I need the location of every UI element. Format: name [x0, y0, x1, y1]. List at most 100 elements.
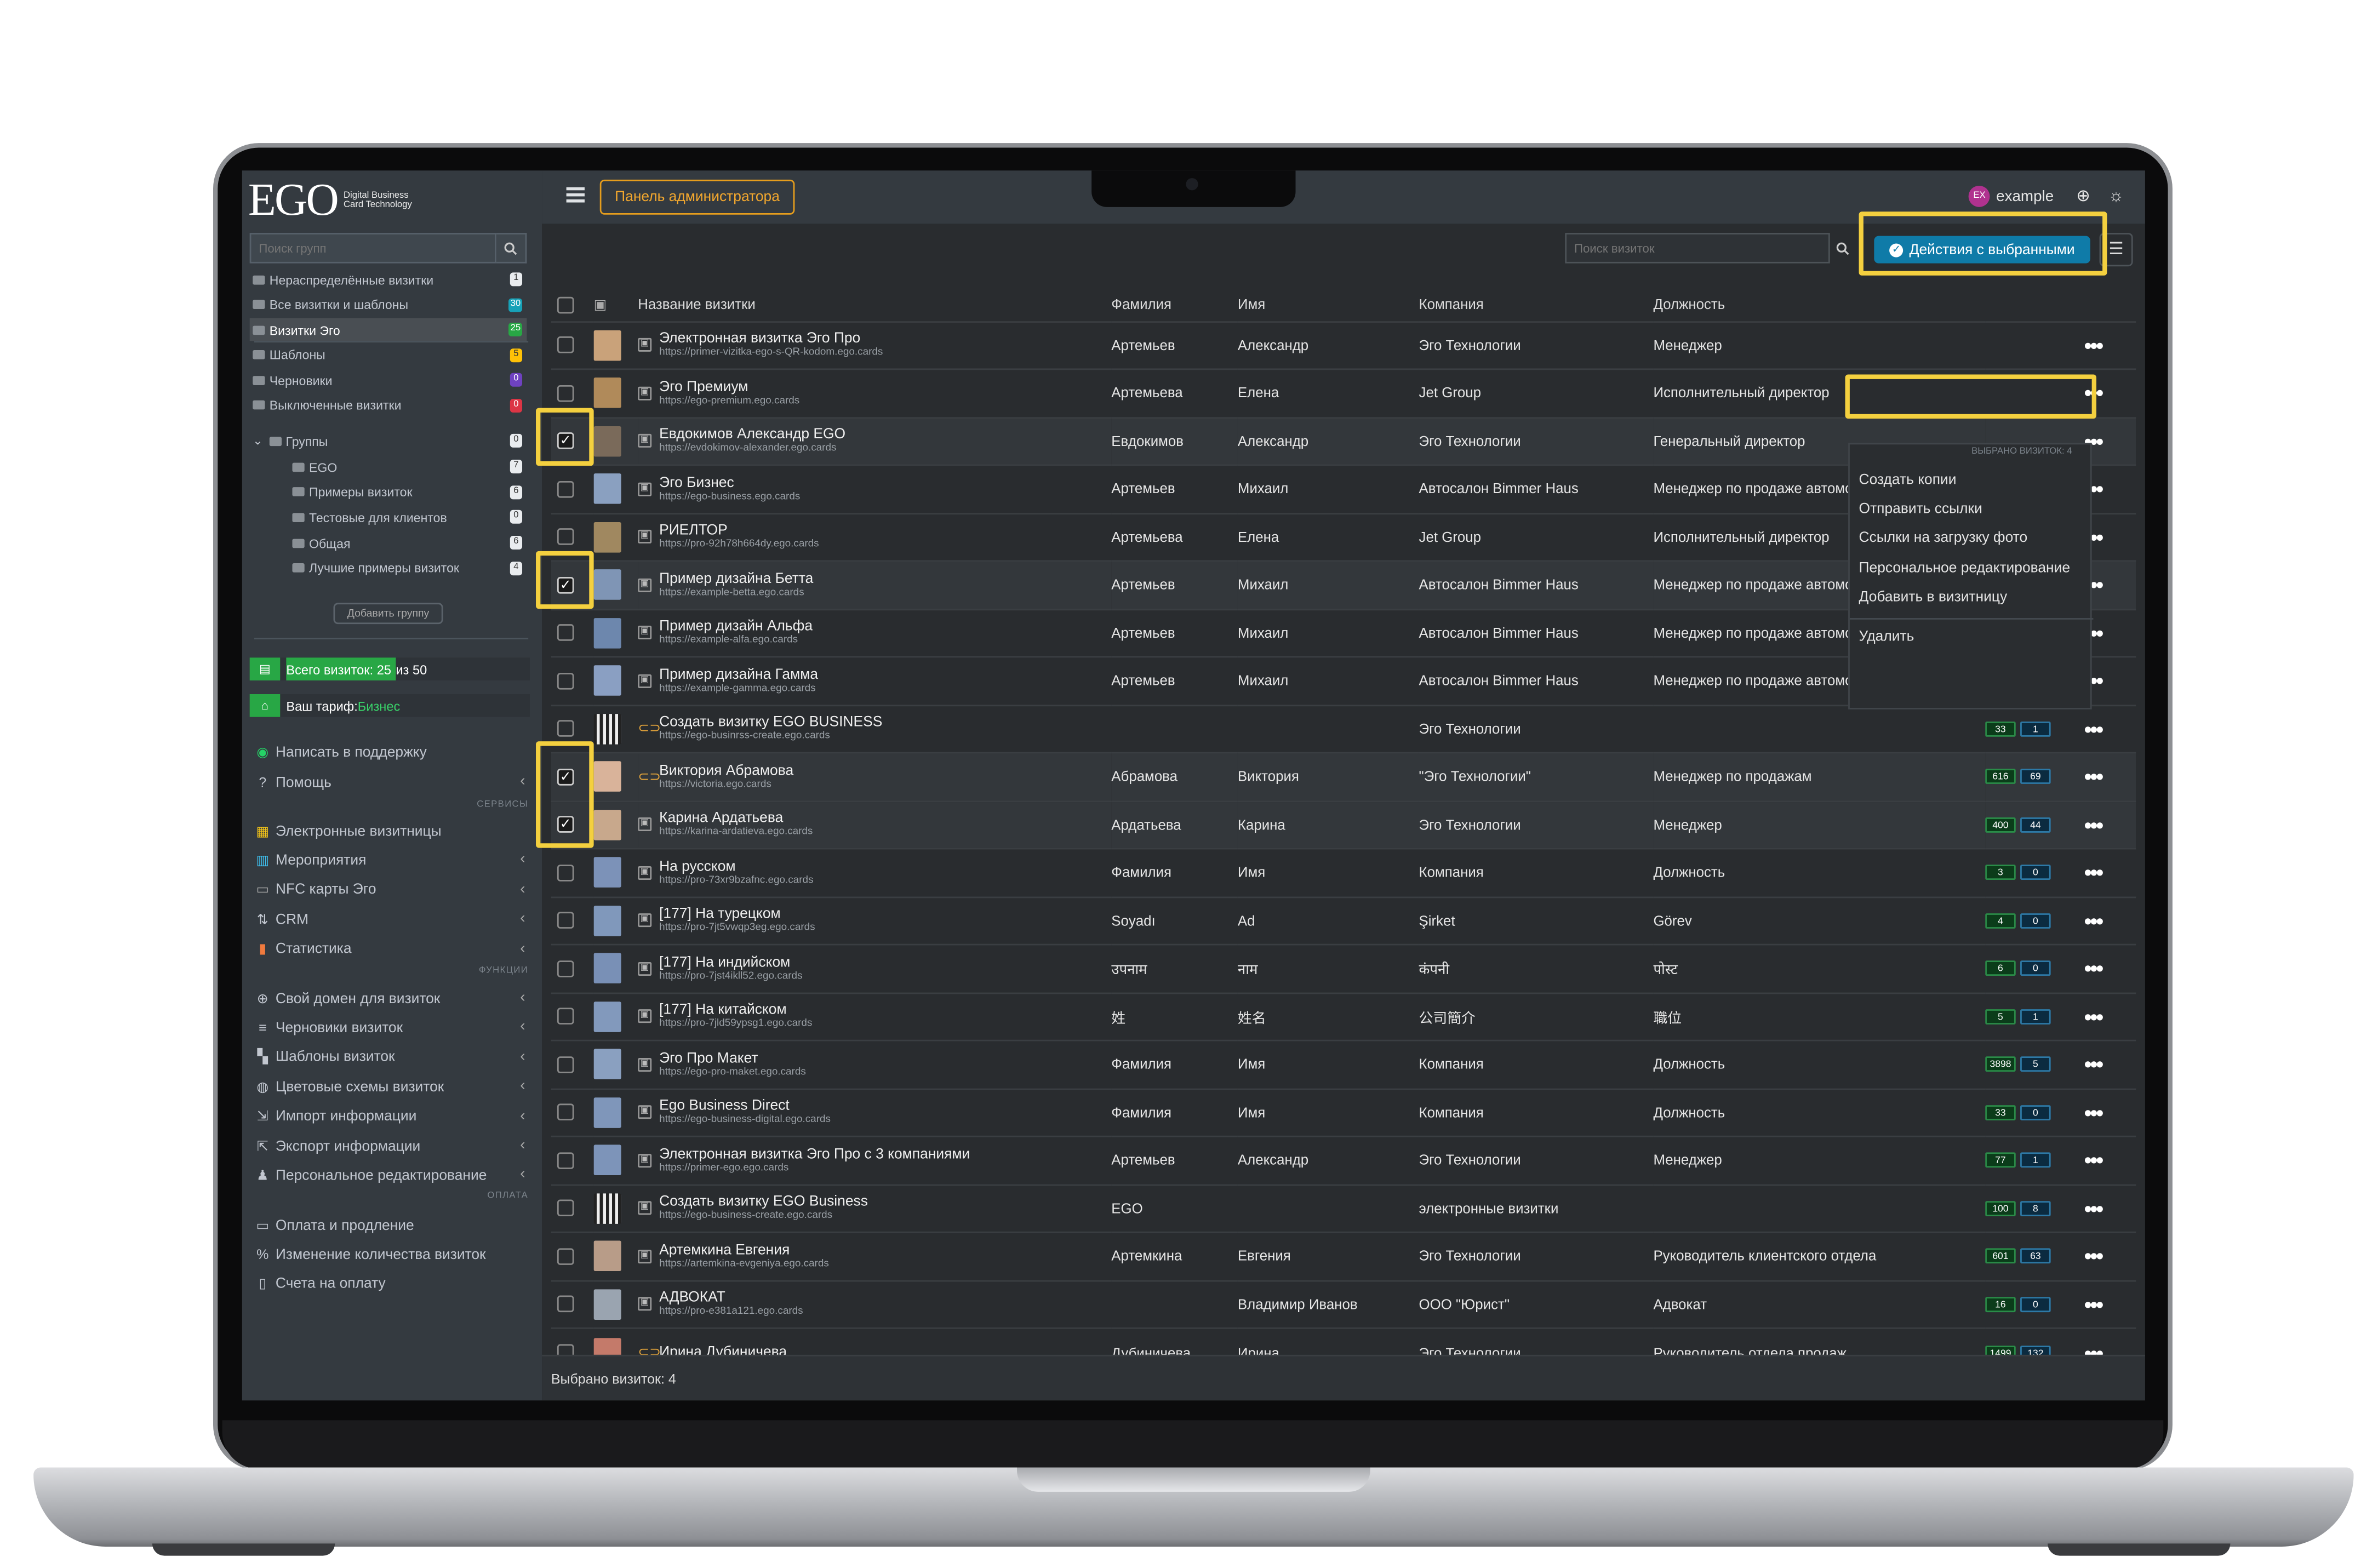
name-cell[interactable]: ▣ [177] На турецком https://pro-7jt5vwqp3e… [638, 896, 1112, 945]
row-checkbox[interactable] [557, 1008, 574, 1025]
logo[interactable]: EGO Digital Business Card Technology [248, 176, 420, 225]
more-icon[interactable]: ••• [2084, 1196, 2103, 1220]
table-row[interactable]: ▣ [177] На китайском https://pro-7jld59yps… [551, 992, 2136, 1041]
avatar[interactable] [593, 1289, 621, 1320]
avatar[interactable] [593, 905, 621, 936]
card-url[interactable]: https://ego-businrss-create.ego.cards [659, 731, 882, 743]
name-cell[interactable]: ▣ Эго Про Макет https://ego-pro-maket.ego.… [638, 1039, 1112, 1089]
name-cell[interactable]: ▣ Эго Премиум https://ego-premium.ego.card… [638, 368, 1112, 417]
name-cell[interactable]: ⊂⊃ Виктория Абрамова https://victoria.ego.… [638, 752, 1112, 801]
sidebar-group-item[interactable]: Черновики 0 [250, 368, 527, 391]
more-icon[interactable]: ••• [2084, 812, 2103, 837]
card-title[interactable]: АДВОКАТ [659, 1290, 803, 1307]
menu-icon[interactable] [566, 187, 585, 203]
menu-item-create-copies[interactable]: Создать копии [1859, 467, 2088, 495]
avatar[interactable] [593, 426, 621, 456]
sidebar-group-item[interactable]: Общая 6 [250, 531, 527, 554]
card-url[interactable]: https://ego-business-create.ego.cards [659, 1211, 868, 1223]
avatar[interactable] [593, 761, 621, 792]
table-row[interactable]: ✓ ▣ Карина Ардатьева https://karina-ardatie… [551, 800, 2136, 849]
avatar[interactable] [593, 473, 621, 505]
name-cell[interactable]: ▣ Электронная визитка Эго Про с 3 компани… [638, 1135, 1112, 1184]
column-header-name[interactable]: Название визитки [638, 289, 1112, 322]
name-cell[interactable]: ▣ Пример дизайна Гамма https://example-gam… [638, 656, 1112, 705]
group-search-input[interactable] [249, 233, 496, 264]
search-icon[interactable] [1830, 233, 1854, 264]
card-url[interactable]: https://evdokimov-alexander.ego.cards [659, 443, 845, 455]
sidebar-group-item[interactable]: Тестовые для клиентов 0 [250, 506, 527, 529]
sidebar-group-item[interactable]: Все визитки и шаблоны 30 [250, 293, 527, 316]
name-cell[interactable]: ▣ Артемкина Евгения https://artemkina-evge… [638, 1231, 1112, 1280]
sidebar-group-item[interactable]: Примеры визиток 6 [250, 480, 527, 503]
menu-item-add-to-cardholder[interactable]: Добавить в визитницу [1859, 585, 2088, 612]
row-checkbox[interactable] [557, 720, 574, 737]
more-icon[interactable]: ••• [2084, 333, 2103, 357]
card-url[interactable]: https://pro-7jst4ikll52.ego.cards [659, 971, 802, 983]
row-checkbox[interactable] [557, 385, 574, 402]
column-header-first-name[interactable]: Имя [1237, 289, 1419, 322]
card-url[interactable]: https://primer-ego.ego.cards [659, 1163, 970, 1175]
nav-item[interactable]: ▮ Статистика ‹ [254, 936, 528, 963]
nav-item[interactable]: ▯ Счета на оплату [254, 1271, 528, 1298]
sidebar-group-item[interactable]: Шаблоны 5 [250, 344, 527, 367]
card-url[interactable]: https://ego-pro-maket.ego.cards [659, 1067, 806, 1079]
globe-icon[interactable]: ⊕ [2076, 187, 2090, 205]
card-title[interactable]: Создать визитку EGO BUSINESS [659, 714, 882, 731]
sidebar-group-item[interactable]: Нераспределённые визитки 1 [250, 268, 527, 291]
row-checkbox[interactable] [557, 624, 574, 642]
row-checkbox[interactable] [557, 528, 574, 546]
card-title[interactable]: Ego Business Direct [659, 1098, 831, 1115]
row-checkbox[interactable] [557, 672, 574, 690]
card-title[interactable]: Евдокимов Александр EGO [659, 427, 845, 444]
column-header-company[interactable]: Компания [1419, 289, 1654, 322]
groups-tree-root[interactable]: ⌄ Группы 0 [250, 430, 527, 453]
nav-item[interactable]: ▭ NFC карты Эго ‹ [254, 877, 528, 904]
name-cell[interactable]: ▣ [177] На индийском https://pro-7jst4ikll… [638, 943, 1112, 993]
table-row[interactable]: ▣ Ego Business Direct https://ego-business… [551, 1088, 2136, 1137]
row-checkbox[interactable] [557, 1200, 574, 1217]
avatar[interactable] [593, 377, 621, 409]
sun-icon[interactable]: ☼ [2108, 187, 2124, 205]
row-checkbox[interactable] [557, 864, 574, 882]
card-title[interactable]: Эго Бизнес [659, 474, 800, 491]
name-cell[interactable]: ▣ АДВОКАТ https://pro-e381a121.ego.cards [638, 1279, 1112, 1329]
user-menu[interactable]: EX example [1969, 185, 2054, 207]
avatar[interactable] [593, 1001, 621, 1032]
select-all-cell[interactable] [551, 289, 594, 322]
card-title[interactable]: Эго Премиум [659, 379, 799, 396]
more-icon[interactable]: ••• [2084, 908, 2103, 932]
more-icon[interactable]: ••• [2084, 1148, 2103, 1172]
select-all-checkbox[interactable] [557, 296, 574, 313]
avatar[interactable] [593, 809, 621, 840]
card-title[interactable]: РИЕЛТОР [659, 523, 819, 540]
sidebar-group-item[interactable]: Визитки Эго 25 [249, 318, 527, 341]
card-url[interactable]: https://karina-ardatieva.ego.cards [659, 827, 813, 839]
row-checkbox[interactable] [557, 912, 574, 929]
help-menu[interactable]: ? Помощь ‹ [254, 769, 528, 796]
card-search-input[interactable] [1565, 233, 1830, 264]
card-title[interactable]: Создать визитку EGO Business [659, 1194, 868, 1211]
table-row[interactable]: ✓ ⊂⊃ Виктория Абрамова https://victoria.ego… [551, 752, 2136, 801]
card-title[interactable]: [177] На турецком [659, 906, 815, 923]
name-cell[interactable]: ⊂⊃ Создать визитку EGO BUSINESS https://eg… [638, 704, 1112, 753]
card-url[interactable]: https://pro-7jt5vwqp3eg.ego.cards [659, 923, 815, 935]
card-url[interactable]: https://ego-premium.ego.cards [659, 396, 799, 408]
card-title[interactable]: Пример дизайн Альфа [659, 619, 813, 636]
column-header-position[interactable]: Должность [1653, 289, 1986, 322]
name-cell[interactable]: ▣ Создать визитку EGO Business https://ego… [638, 1183, 1112, 1233]
menu-item-send-links[interactable]: Отправить ссылки [1859, 496, 2088, 524]
card-url[interactable]: https://pro-92h78h664dy.ego.cards [659, 539, 819, 551]
name-cell[interactable]: ▣ Ego Business Direct https://ego-business… [638, 1088, 1112, 1137]
more-icon[interactable]: ••• [2084, 1052, 2103, 1077]
card-title[interactable]: [177] На китайском [659, 1002, 812, 1019]
avatar[interactable] [593, 569, 621, 600]
avatar[interactable] [593, 617, 621, 648]
more-icon[interactable]: ••• [2084, 861, 2103, 885]
card-url[interactable]: https://primer-vizitka-ego-s-QR-kodom.eg… [659, 347, 883, 359]
more-icon[interactable]: ••• [2084, 1292, 2103, 1316]
avatar[interactable] [593, 330, 621, 360]
row-checkbox[interactable] [557, 1296, 574, 1313]
card-url[interactable]: https://artemkina-evgeniya.ego.cards [659, 1258, 829, 1271]
add-group-button[interactable]: Добавить группу [333, 603, 443, 625]
more-icon[interactable]: ••• [2084, 765, 2103, 789]
